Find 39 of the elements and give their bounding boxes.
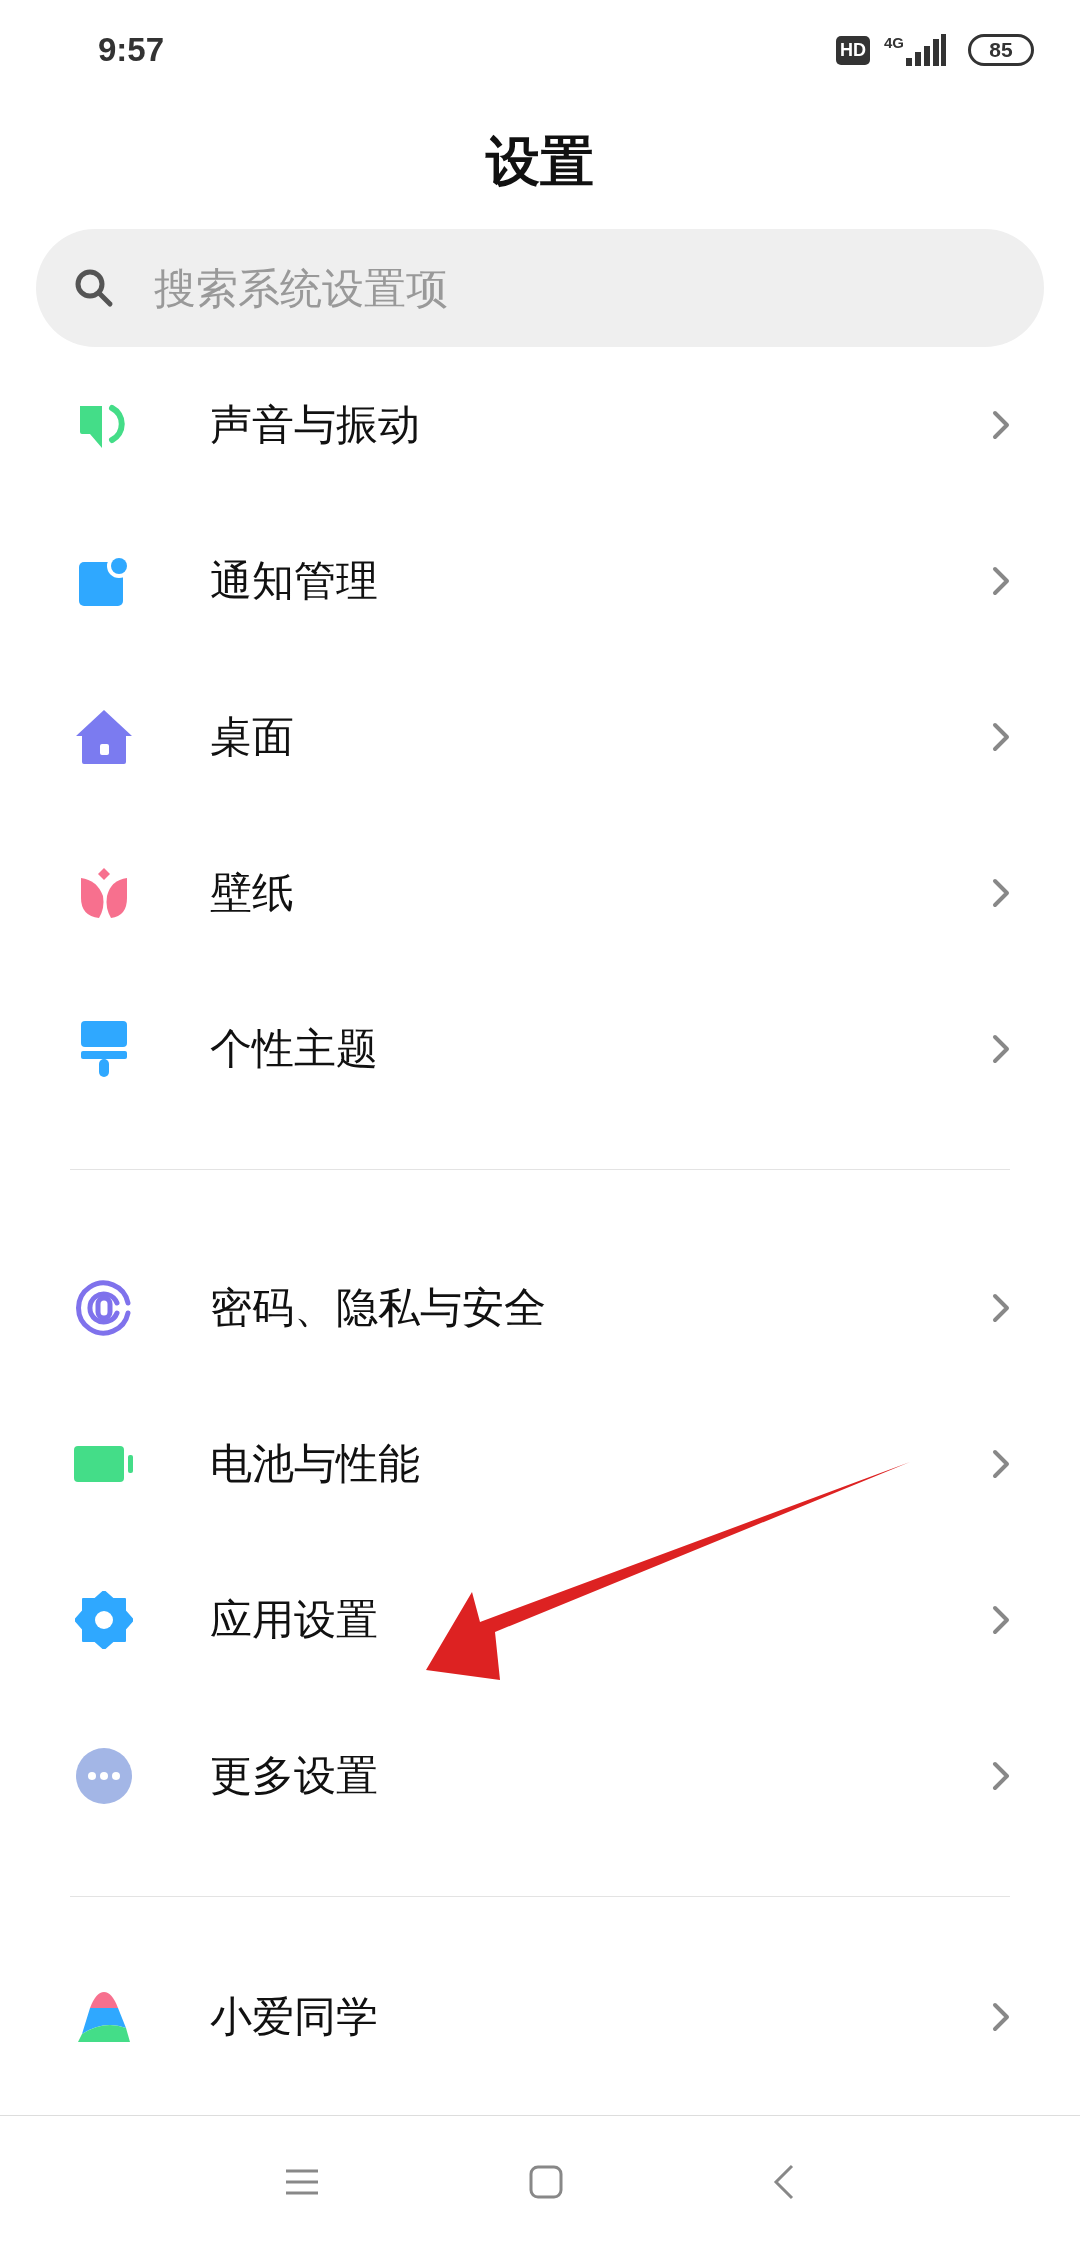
chevron-icon: [992, 878, 1010, 908]
settings-item[interactable]: 小爱同学: [0, 1957, 1080, 2077]
settings-item[interactable]: 电池与性能: [0, 1386, 1080, 1542]
signal-icon: [906, 34, 946, 66]
more-icon: [76, 1748, 132, 1804]
paintbrush-icon: [81, 1021, 127, 1077]
hd-badge: HD: [836, 35, 870, 65]
chevron-icon: [992, 410, 1010, 440]
search-field[interactable]: 搜索系统设置项: [36, 229, 1044, 347]
settings-item[interactable]: 桌面: [0, 659, 1080, 815]
settings-item[interactable]: 更多设置: [0, 1698, 1080, 1854]
settings-item[interactable]: 个性主题: [0, 971, 1080, 1127]
settings-item[interactable]: 通知管理: [0, 503, 1080, 659]
chevron-icon: [992, 566, 1010, 596]
menu-icon[interactable]: [285, 2168, 319, 2196]
fingerprint-icon: [75, 1279, 133, 1337]
battery-icon: [74, 1446, 134, 1482]
page-title: 设置: [484, 129, 595, 195]
home-icon: [76, 710, 132, 764]
home-button-icon[interactable]: [529, 2165, 563, 2199]
back-icon[interactable]: [773, 2164, 795, 2200]
settings-item[interactable]: 壁纸: [0, 815, 1080, 971]
status-time: 9:57: [98, 31, 165, 69]
search-icon: [74, 268, 114, 308]
chevron-icon: [992, 1034, 1010, 1064]
chevron-icon: [992, 1449, 1010, 1479]
battery-level: 85: [968, 34, 1034, 66]
chevron-icon: [992, 1761, 1010, 1791]
chevron-icon: [992, 1293, 1010, 1323]
chevron-icon: [992, 1605, 1010, 1635]
assistant-logo-icon: [76, 1992, 132, 2042]
settings-item[interactable]: 密码、隐私与安全: [0, 1230, 1080, 1386]
network-type: 4G: [884, 34, 904, 51]
gear-icon: [75, 1591, 133, 1649]
chevron-icon: [992, 2002, 1010, 2032]
settings-item[interactable]: 声音与振动: [0, 347, 1080, 503]
tulip-icon: [79, 868, 129, 918]
settings-item[interactable]: 应用设置: [0, 1542, 1080, 1698]
chevron-icon: [992, 722, 1010, 752]
